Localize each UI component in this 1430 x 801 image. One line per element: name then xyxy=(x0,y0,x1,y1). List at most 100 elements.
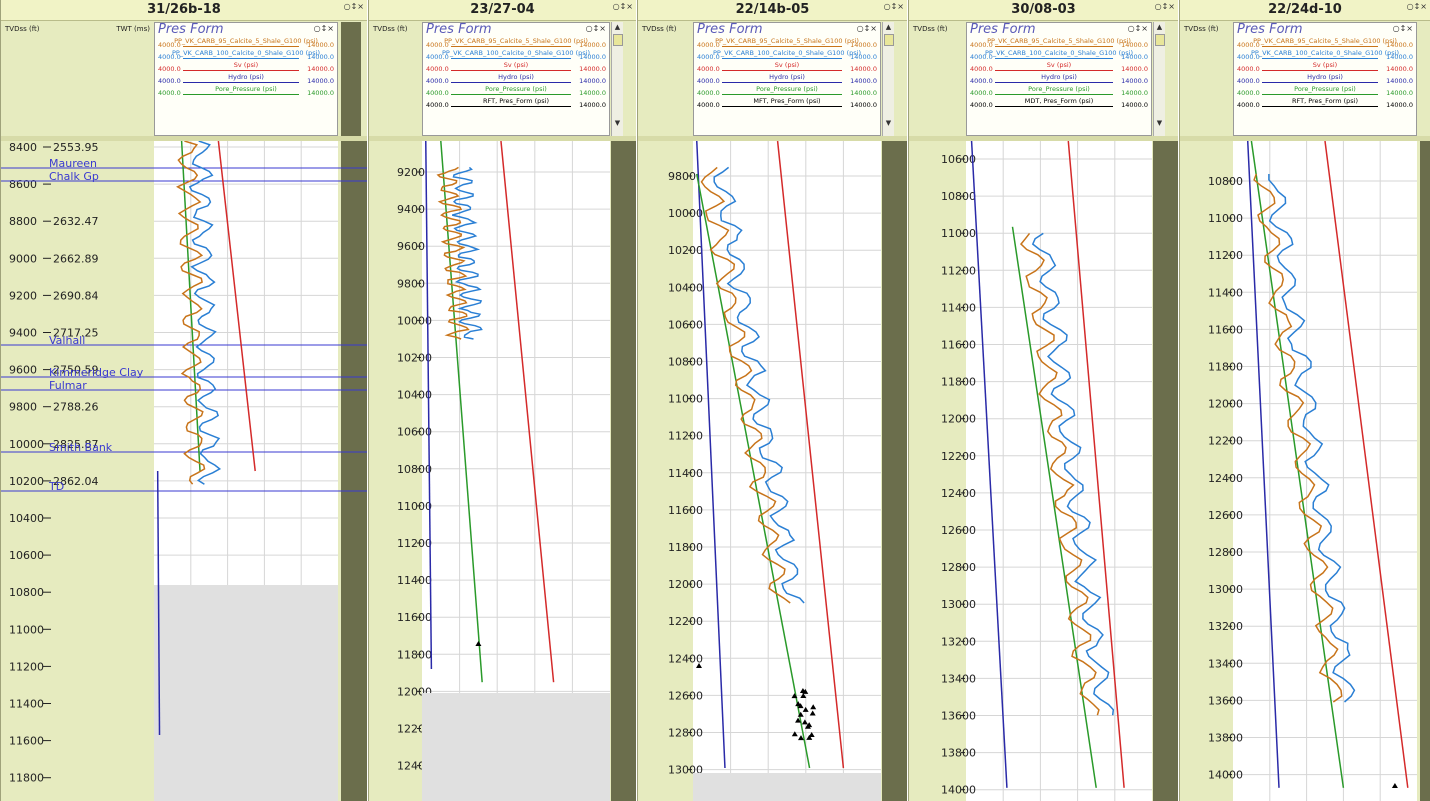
twt-tick-label: 2788.26 xyxy=(53,401,99,414)
depth-tick-label: 11000 xyxy=(668,393,703,406)
legend-curve-row[interactable]: Pore_Pressure (psi) 4000.0 14000.0 xyxy=(155,85,337,97)
legend-curve-row[interactable]: Hydro (psi) 4000.0 14000.0 xyxy=(967,73,1151,85)
panel-controls-icon[interactable]: ○↕× xyxy=(884,2,904,11)
legend-curve-row[interactable]: Sv (psi) 4000.0 14000.0 xyxy=(967,61,1151,73)
curve-swatch xyxy=(995,94,1113,95)
legend-curve-row[interactable]: PP_VK_CARB_100_Calcite_0_Shale_G100 (psi… xyxy=(694,49,880,61)
legend-curve-row[interactable]: Hydro (psi) 4000.0 14000.0 xyxy=(423,73,609,85)
legend-curve-row[interactable]: PP_VK_CARB_100_Calcite_0_Shale_G100 (psi… xyxy=(967,49,1151,61)
olive-separator xyxy=(1153,141,1178,801)
legend-curve-row[interactable]: Hydro (psi) 4000.0 14000.0 xyxy=(694,73,880,85)
curve-min: 4000.0 xyxy=(158,89,181,97)
legend-curve-row[interactable]: Sv (psi) 4000.0 14000.0 xyxy=(1234,61,1416,73)
curve-swatch xyxy=(1262,46,1378,47)
legend-curve-row[interactable]: PP_VK_CARB_100_Calcite_0_Shale_G100 (psi… xyxy=(155,49,337,61)
depth-and-pressure-tracks[interactable]: 10800 11000 11200 11400 11600 11800 12000 12200… xyxy=(1180,141,1430,801)
legend-controls-icon[interactable]: ○↕× xyxy=(857,24,877,33)
curve-swatch xyxy=(1262,82,1378,83)
depth-and-pressure-tracks[interactable]: 10600 10800 11000 11200 11400 11600 11800 12000… xyxy=(909,141,1178,801)
depth-tick-label: 9600 xyxy=(9,364,37,377)
legend-curve-row[interactable]: MDT, Pres_Form (psi) 4000.0 14000.0 xyxy=(967,97,1151,109)
curve-max: 14000.0 xyxy=(307,53,334,61)
curve-min: 4000.0 xyxy=(697,65,720,73)
curve-swatch xyxy=(1262,70,1378,71)
legend-curve-row[interactable]: PP_VK_CARB_95_Calcite_5_Shale_G100 (psi)… xyxy=(694,37,880,49)
curve-max: 14000.0 xyxy=(850,101,877,109)
formation-top-label: Chalk Gp xyxy=(49,170,99,183)
pres-form-legend[interactable]: Pres Form ○↕× PP_VK_CARB_95_Calcite_5_Shal… xyxy=(154,22,338,136)
legend-curve-row[interactable]: RFT, Pres_Form (psi) 4000.0 14000.0 xyxy=(423,97,609,109)
legend-curve-row[interactable]: Pore_Pressure (psi) 4000.0 14000.0 xyxy=(694,85,880,97)
legend-curve-row[interactable]: Sv (psi) 4000.0 14000.0 xyxy=(155,61,337,73)
pressure-track-bg xyxy=(1233,141,1417,801)
curve-max: 14000.0 xyxy=(579,77,606,85)
panel-controls-icon[interactable]: ○↕× xyxy=(1155,2,1175,11)
legend-curve-row[interactable]: PP_VK_CARB_95_Calcite_5_Shale_G100 (psi)… xyxy=(423,37,609,49)
legend-curve-row[interactable]: PP_VK_CARB_95_Calcite_5_Shale_G100 (psi)… xyxy=(155,37,337,49)
depth-tick-label: 12600 xyxy=(941,524,976,537)
depth-and-pressure-tracks[interactable]: 8400 2553.95 8600 8800 2632.47 9000 2662.89 920… xyxy=(1,141,367,801)
twt-tick-label: 2690.84 xyxy=(53,289,99,302)
legend-curve-row[interactable]: RFT, Pres_Form (psi) 4000.0 14000.0 xyxy=(1234,97,1416,109)
depth-tick-label: 10400 xyxy=(668,281,703,294)
no-data-region xyxy=(154,585,338,801)
depth-track-header: TVDss (ft) xyxy=(1182,22,1232,136)
legend-curve-row[interactable]: MFT, Pres_Form (psi) 4000.0 14000.0 xyxy=(694,97,880,109)
curve-min: 4000.0 xyxy=(697,41,720,49)
curve-max: 14000.0 xyxy=(1386,101,1413,109)
curve-swatch xyxy=(995,70,1113,71)
well-panel-31-26b-18: 31/26b-18 ○↕× TVDss (ft) TWT (ms) Pres Fo… xyxy=(0,0,367,801)
pres-form-legend[interactable]: Pres Form ○↕× PP_VK_CARB_95_Calcite_5_Shal… xyxy=(693,22,881,136)
legend-curve-row[interactable]: Pore_Pressure (psi) 4000.0 14000.0 xyxy=(1234,85,1416,97)
depth-tick-label: 10400 xyxy=(397,389,432,402)
well-title: 30/08-03 xyxy=(909,0,1178,21)
pres-form-legend[interactable]: Pres Form ○↕× PP_VK_CARB_95_Calcite_5_Shal… xyxy=(422,22,610,136)
pres-form-legend[interactable]: Pres Form ○↕× PP_VK_CARB_95_Calcite_5_Shal… xyxy=(966,22,1152,136)
legend-scrollbar[interactable]: ▲ ▼ xyxy=(611,22,623,136)
depth-tick-label: 11600 xyxy=(9,735,44,748)
legend-curve-row[interactable]: PP_VK_CARB_100_Calcite_0_Shale_G100 (psi… xyxy=(423,49,609,61)
depth-tick-label: 10000 xyxy=(668,207,703,220)
legend-curve-row[interactable]: Hydro (psi) 4000.0 14000.0 xyxy=(155,73,337,85)
legend-curve-row[interactable]: Hydro (psi) 4000.0 14000.0 xyxy=(1234,73,1416,85)
legend-controls-icon[interactable]: ○↕× xyxy=(1393,24,1413,33)
legend-curve-row[interactable]: Sv (psi) 4000.0 14000.0 xyxy=(423,61,609,73)
legend-controls-icon[interactable]: ○↕× xyxy=(586,24,606,33)
curve-max: 14000.0 xyxy=(307,77,334,85)
curve-swatch xyxy=(722,58,842,59)
depth-tick-label: 10600 xyxy=(941,153,976,166)
depth-tick-label: 14000 xyxy=(1208,769,1243,782)
depth-tick-label: 11600 xyxy=(1208,323,1243,336)
legend-curve-row[interactable]: Pore_Pressure (psi) 4000.0 14000.0 xyxy=(423,85,609,97)
legend-scrollbar[interactable]: ▲ ▼ xyxy=(882,22,894,136)
legend-curve-row[interactable]: PP_VK_CARB_95_Calcite_5_Shale_G100 (psi)… xyxy=(967,37,1151,49)
depth-tick-label: 11800 xyxy=(397,648,432,661)
legend-controls-icon[interactable]: ○↕× xyxy=(314,24,334,33)
curve-min: 4000.0 xyxy=(970,53,993,61)
legend-curve-row[interactable]: Sv (psi) 4000.0 14000.0 xyxy=(694,61,880,73)
depth-tick-label: 11600 xyxy=(668,504,703,517)
legend-controls-icon[interactable]: ○↕× xyxy=(1128,24,1148,33)
depth-and-pressure-tracks[interactable]: 9800100001020010400106001080011000112001… xyxy=(638,141,907,801)
depth-tick-label: 11600 xyxy=(397,611,432,624)
scroll-track[interactable] xyxy=(341,22,361,136)
curve-max: 14000.0 xyxy=(1386,65,1413,73)
panel-controls-icon[interactable]: ○↕× xyxy=(1407,2,1427,11)
legend-curve-row[interactable]: PP_VK_CARB_100_Calcite_0_Shale_G100 (psi… xyxy=(1234,49,1416,61)
panel-controls-icon[interactable]: ○↕× xyxy=(613,2,633,11)
olive-separator xyxy=(611,141,636,801)
pres-form-legend[interactable]: Pres Form ○↕× PP_VK_CARB_95_Calcite_5_Shal… xyxy=(1233,22,1417,136)
no-data-region xyxy=(422,693,610,801)
curve-max: 14000.0 xyxy=(1121,101,1148,109)
depth-tick-label: 11800 xyxy=(941,376,976,389)
pressure-track-bg xyxy=(966,141,1152,801)
curve-max: 14000.0 xyxy=(307,41,334,49)
legend-curve-row[interactable]: PP_VK_CARB_95_Calcite_5_Shale_G100 (psi)… xyxy=(1234,37,1416,49)
depth-and-pressure-tracks[interactable]: 9200940096009800100001020010400106001080… xyxy=(369,141,636,801)
depth-track-header: TVDss (ft) xyxy=(911,22,965,136)
curve-max: 14000.0 xyxy=(307,89,334,97)
legend-scrollbar[interactable]: ▲ ▼ xyxy=(1153,22,1165,136)
panel-controls-icon[interactable]: ○↕× xyxy=(344,2,364,11)
depth-tick-label: 11400 xyxy=(9,698,44,711)
legend-curve-row[interactable]: Pore_Pressure (psi) 4000.0 14000.0 xyxy=(967,85,1151,97)
